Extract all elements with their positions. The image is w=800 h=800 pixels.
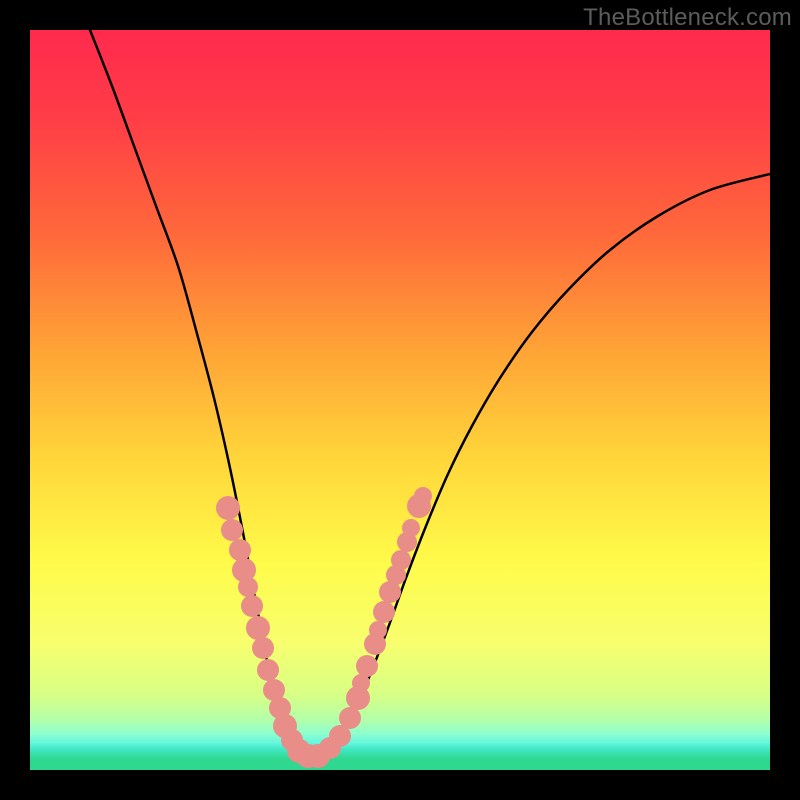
data-dot xyxy=(414,487,432,505)
data-dot xyxy=(356,655,378,677)
data-dot xyxy=(373,601,395,623)
data-dot xyxy=(257,659,279,681)
data-dot xyxy=(369,621,387,639)
data-dot xyxy=(216,496,240,520)
data-dot xyxy=(238,577,258,597)
data-dot xyxy=(391,550,411,570)
data-dot xyxy=(402,519,420,537)
data-dot xyxy=(221,519,243,541)
plot-area xyxy=(30,30,770,770)
data-dot xyxy=(252,637,274,659)
data-dot xyxy=(246,616,270,640)
data-dots xyxy=(30,30,770,770)
data-dot xyxy=(241,595,263,617)
chart-frame: TheBottleneck.com xyxy=(0,0,800,800)
watermark: TheBottleneck.com xyxy=(583,4,792,32)
data-dot xyxy=(339,707,361,729)
